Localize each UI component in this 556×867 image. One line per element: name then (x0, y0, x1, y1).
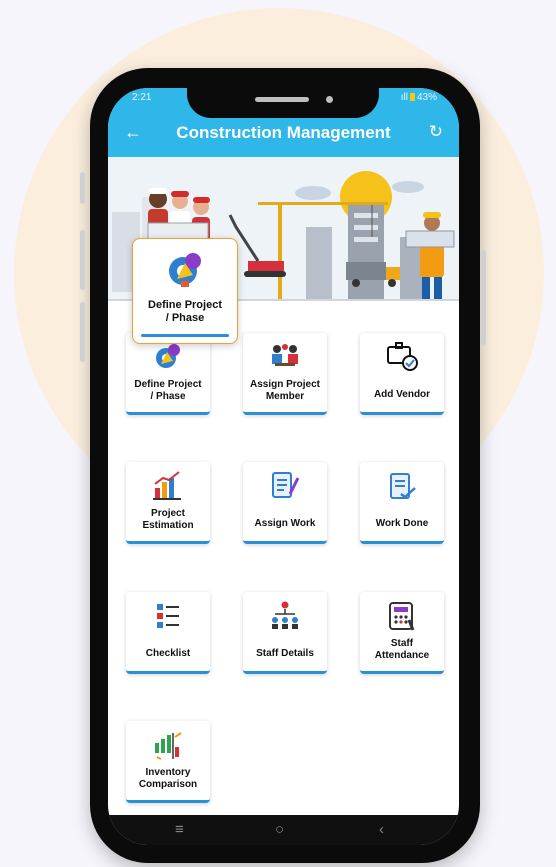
checklist-done-icon (360, 470, 444, 504)
front-camera (326, 96, 333, 103)
menu-card-8[interactable]: Staff Details (243, 592, 327, 674)
signal-icon: ıll (400, 92, 408, 103)
menu-card-label: Staff Details (256, 648, 314, 659)
menu-card-label: Inventory Comparison (138, 767, 198, 790)
menu-card-label: Project Estimation (142, 508, 194, 531)
phone-notch (187, 88, 379, 118)
attendance-keypad-icon (360, 600, 444, 634)
menu-card-3[interactable]: Add Vendor (360, 333, 444, 415)
menu-card-label: Add Vendor (373, 389, 431, 400)
highlighted-menu-card[interactable]: Define Project / Phase (132, 238, 238, 344)
menu-card-label: Assign Project Member (249, 379, 321, 402)
battery-icon (409, 93, 415, 101)
menu-card-10[interactable]: Inventory Comparison (126, 721, 210, 803)
phone-power-button (481, 250, 486, 345)
menu-card-label: Checklist (145, 648, 191, 659)
team-meeting-icon (243, 341, 327, 375)
vendor-handshake-icon (360, 341, 444, 375)
menu-card-2[interactable]: Assign Project Member (243, 333, 327, 415)
menu-card-6[interactable]: Work Done (360, 462, 444, 544)
menu-card-label: Define Project / Phase (134, 379, 202, 402)
checklist-icon (126, 600, 210, 634)
status-indicators: ıll 43% (401, 92, 437, 103)
menu-card-4[interactable]: Project Estimation (126, 462, 210, 544)
phone-side-button (80, 172, 85, 204)
gear-bulb-icon (126, 341, 210, 375)
chart-growth-icon (126, 470, 210, 504)
menu-card-label: Staff Attendance (374, 638, 430, 661)
menu-card-5[interactable]: Assign Work (243, 462, 327, 544)
menu-card-label: Work Done (375, 518, 429, 529)
gear-bulb-icon (133, 249, 237, 298)
menu-card-1[interactable]: Define Project / Phase (126, 333, 210, 415)
status-time: 2:21 (132, 92, 152, 103)
menu-card-label: Assign Work (254, 518, 316, 529)
menu-card-7[interactable]: Checklist (126, 592, 210, 674)
page-title: Construction Management (176, 123, 391, 142)
highlighted-card-label: Define Project / Phase (148, 299, 222, 324)
menu-card-9[interactable]: Staff Attendance (360, 592, 444, 674)
battery-level: 43% (416, 92, 437, 103)
speaker-grille (255, 97, 309, 102)
org-chart-icon (243, 600, 327, 634)
card-underline (141, 334, 229, 337)
clipboard-pen-icon (243, 470, 327, 504)
phone-side-button (80, 230, 85, 290)
refresh-icon[interactable]: ↻ (429, 122, 443, 142)
phone-side-button (80, 302, 85, 362)
inventory-compare-icon (126, 729, 210, 763)
